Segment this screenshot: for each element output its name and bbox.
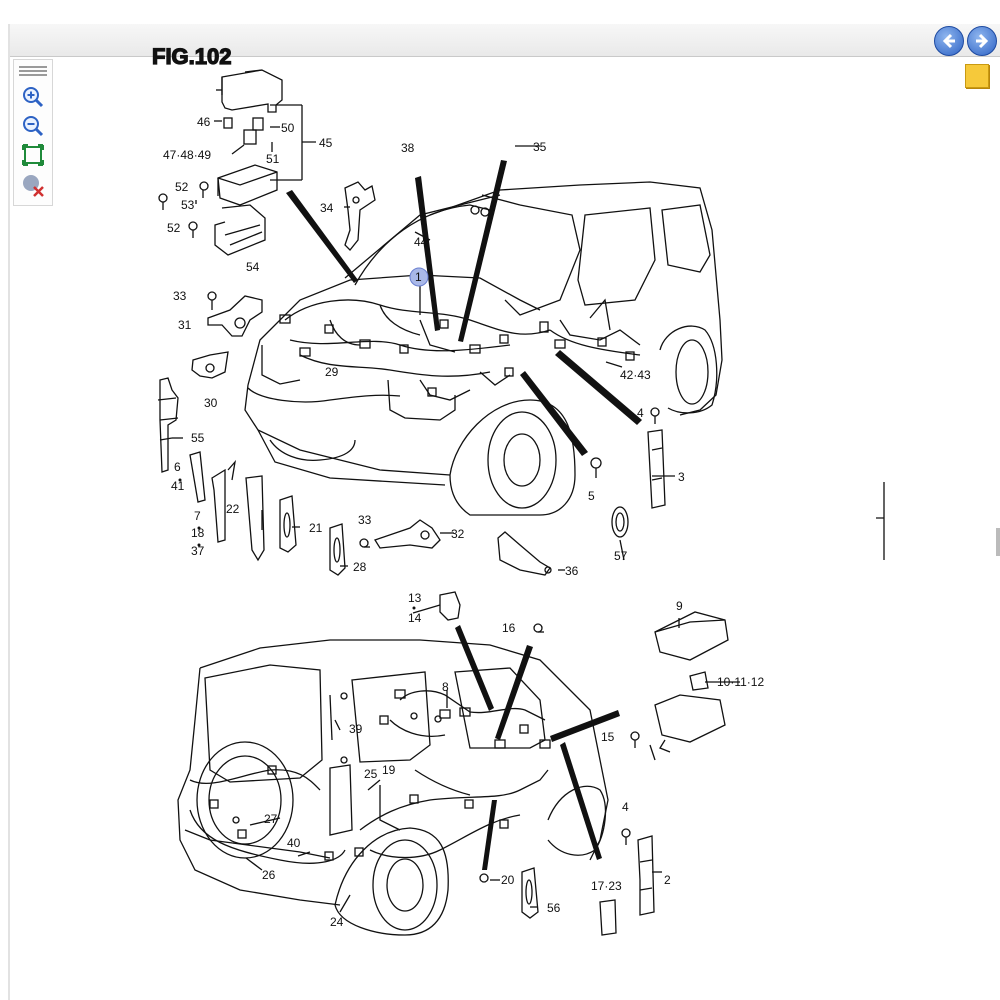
callout-45[interactable]: 45 [319, 136, 333, 150]
callout-46[interactable]: 46 [197, 115, 211, 129]
callout-5[interactable]: 5 [588, 489, 595, 503]
callout-7[interactable]: 7 [194, 509, 201, 523]
callout-3[interactable]: 3 [678, 470, 685, 484]
callout-36[interactable]: 36 [565, 564, 579, 578]
callout-30[interactable]: 30 [204, 396, 218, 410]
callout-28[interactable]: 28 [353, 560, 367, 574]
callout-34[interactable]: 34 [320, 201, 334, 215]
bottom-parts [232, 591, 729, 936]
callout-4-bottom[interactable]: 4 [622, 800, 629, 814]
callout-21[interactable]: 21 [309, 521, 323, 535]
callout-29[interactable]: 29 [325, 365, 339, 379]
callout-42-43[interactable]: 42·43 [620, 368, 651, 382]
callout-44[interactable]: 44 [414, 235, 428, 249]
callout-16[interactable]: 16 [502, 621, 516, 635]
callout-27[interactable]: 27 [264, 812, 278, 826]
callout-10-11-12[interactable]: 10·11·12 [717, 675, 764, 689]
callout-55[interactable]: 55 [191, 431, 205, 445]
callout-33-top[interactable]: 33 [173, 289, 187, 303]
callout-26[interactable]: 26 [262, 868, 276, 882]
callout-47-48-49[interactable]: 47·48·49 [163, 148, 211, 162]
callout-57[interactable]: 57 [614, 549, 628, 563]
callout-32[interactable]: 32 [451, 527, 465, 541]
callout-41[interactable]: 41 [171, 479, 185, 493]
callout-52-bottom[interactable]: 52 [167, 221, 181, 235]
rear-vehicle-drawing [177, 639, 609, 936]
callout-13[interactable]: 13 [408, 591, 422, 605]
callout-4-top[interactable]: 4 [637, 406, 644, 420]
callout-56[interactable]: 56 [547, 901, 561, 915]
callout-54[interactable]: 54 [246, 260, 260, 274]
callout-25[interactable]: 25 [364, 767, 378, 781]
callout-15[interactable]: 15 [601, 730, 615, 744]
callout-19[interactable]: 19 [382, 763, 396, 777]
callout-14[interactable]: 14 [408, 611, 422, 625]
callout-24[interactable]: 24 [330, 915, 344, 929]
callout-17-23[interactable]: 17·23 [591, 879, 622, 893]
callout-51[interactable]: 51 [266, 152, 280, 166]
callout-50[interactable]: 50 [281, 121, 295, 135]
figure-title: FIG.102 [152, 44, 231, 69]
callout-labels: 1 2 3 4 4 5 6 7 8 9 10·11·12 13 14 15 16… [163, 115, 764, 929]
callout-33-bottom[interactable]: 33 [358, 513, 372, 527]
callout-38[interactable]: 38 [401, 141, 415, 155]
callout-39[interactable]: 39 [349, 722, 363, 736]
callout-6[interactable]: 6 [174, 460, 181, 474]
callout-37[interactable]: 37 [191, 544, 205, 558]
callout-1[interactable]: 1 [415, 270, 422, 284]
parts-diagram: FIG.102 1 2 3 4 4 5 6 7 8 9 10·11·12 13 … [151, 43, 885, 936]
callout-53[interactable]: 53 [181, 198, 195, 212]
callout-40[interactable]: 40 [287, 836, 301, 850]
callout-8[interactable]: 8 [442, 680, 449, 694]
callout-31[interactable]: 31 [178, 318, 192, 332]
callout-22[interactable]: 22 [226, 502, 240, 516]
callout-35[interactable]: 35 [533, 140, 547, 154]
callout-2[interactable]: 2 [664, 873, 671, 887]
callout-9[interactable]: 9 [676, 599, 683, 613]
callout-20[interactable]: 20 [501, 873, 515, 887]
callout-52-top[interactable]: 52 [175, 180, 189, 194]
